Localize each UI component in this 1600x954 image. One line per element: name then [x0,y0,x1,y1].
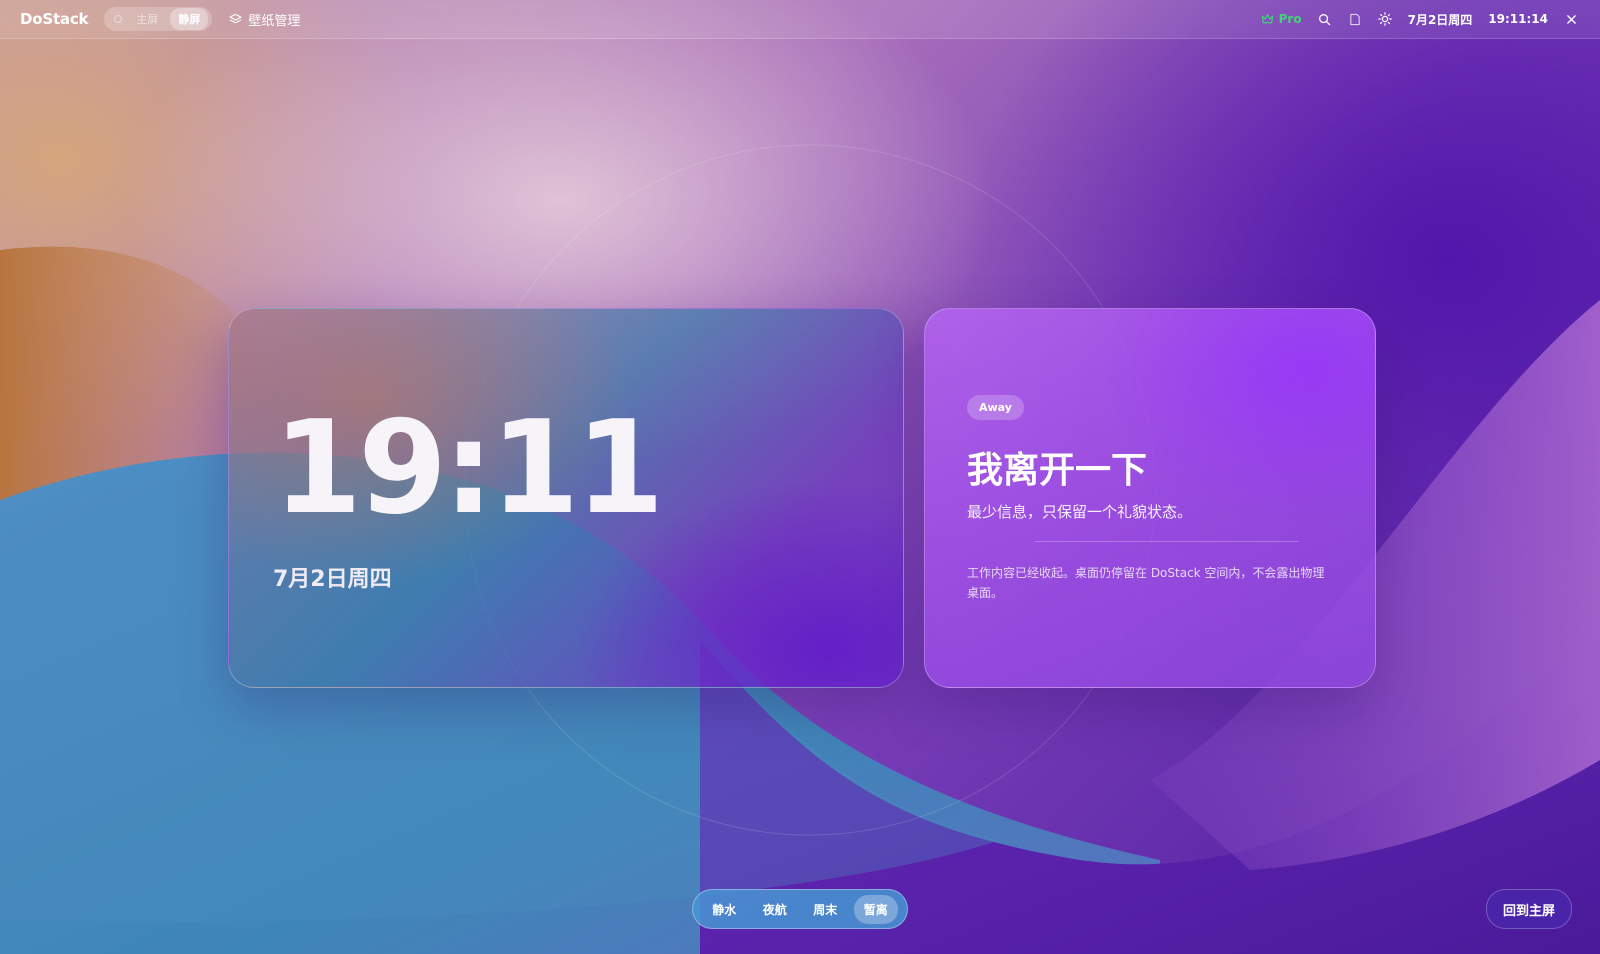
status-badge: Away [967,395,1024,420]
sun-icon[interactable] [1377,12,1392,26]
wallpaper-manager-label: 壁纸管理 [248,13,301,29]
clock-time: 19:11 [273,394,664,543]
scene-weekend[interactable]: 周末 [803,895,847,924]
scene-away[interactable]: 暂离 [853,894,898,924]
clock-date: 7月2日周四 [273,567,392,592]
top-bar: DoStack 主屏 静屏 壁纸管理 Pro 7月2日周四 19:11:14 [0,0,1600,39]
divider [1035,541,1299,542]
home-icon [112,13,124,25]
scene-still-water[interactable]: 静水 [702,895,746,924]
pro-badge[interactable]: Pro [1261,12,1302,26]
pro-label: Pro [1278,12,1302,26]
mode-switch: 主屏 静屏 [104,7,213,31]
window-icon[interactable] [1348,12,1362,26]
layers-icon [228,12,242,26]
mode-home[interactable]: 主屏 [128,8,166,30]
lock-screen: DoStack 主屏 静屏 壁纸管理 Pro 7月2日周四 19:11:14 1… [0,0,1600,954]
search-icon[interactable] [1318,12,1332,26]
topbar-time: 19:11:14 [1488,12,1548,26]
away-description: 工作内容已经收起。桌面仍停留在 DoStack 空间内，不会露出物理桌面。 [967,566,1325,600]
clock-card: 19:11 7月2日周四 [228,308,904,688]
scene-night-voyage[interactable]: 夜航 [753,895,797,924]
top-right-tools: Pro 7月2日周四 19:11:14 [1261,11,1578,28]
away-status-card: Away 我离开一下 最少信息，只保留一个礼貌状态。 工作内容已经收起。桌面仍停… [924,308,1376,688]
wallpaper-manager-button[interactable]: 壁纸管理 [228,10,300,29]
brand-logo: DoStack [20,10,89,28]
back-to-home-button[interactable]: 回到主屏 [1486,889,1572,929]
topbar-date: 7月2日周四 [1407,12,1473,27]
away-title: 我离开一下 [967,450,1148,491]
mode-quiet[interactable]: 静屏 [170,8,209,30]
crown-icon [1261,12,1275,26]
close-icon[interactable] [1564,12,1578,26]
away-subtitle: 最少信息，只保留一个礼貌状态。 [967,503,1193,521]
scene-switcher: 静水 夜航 周末 暂离 [692,889,908,929]
